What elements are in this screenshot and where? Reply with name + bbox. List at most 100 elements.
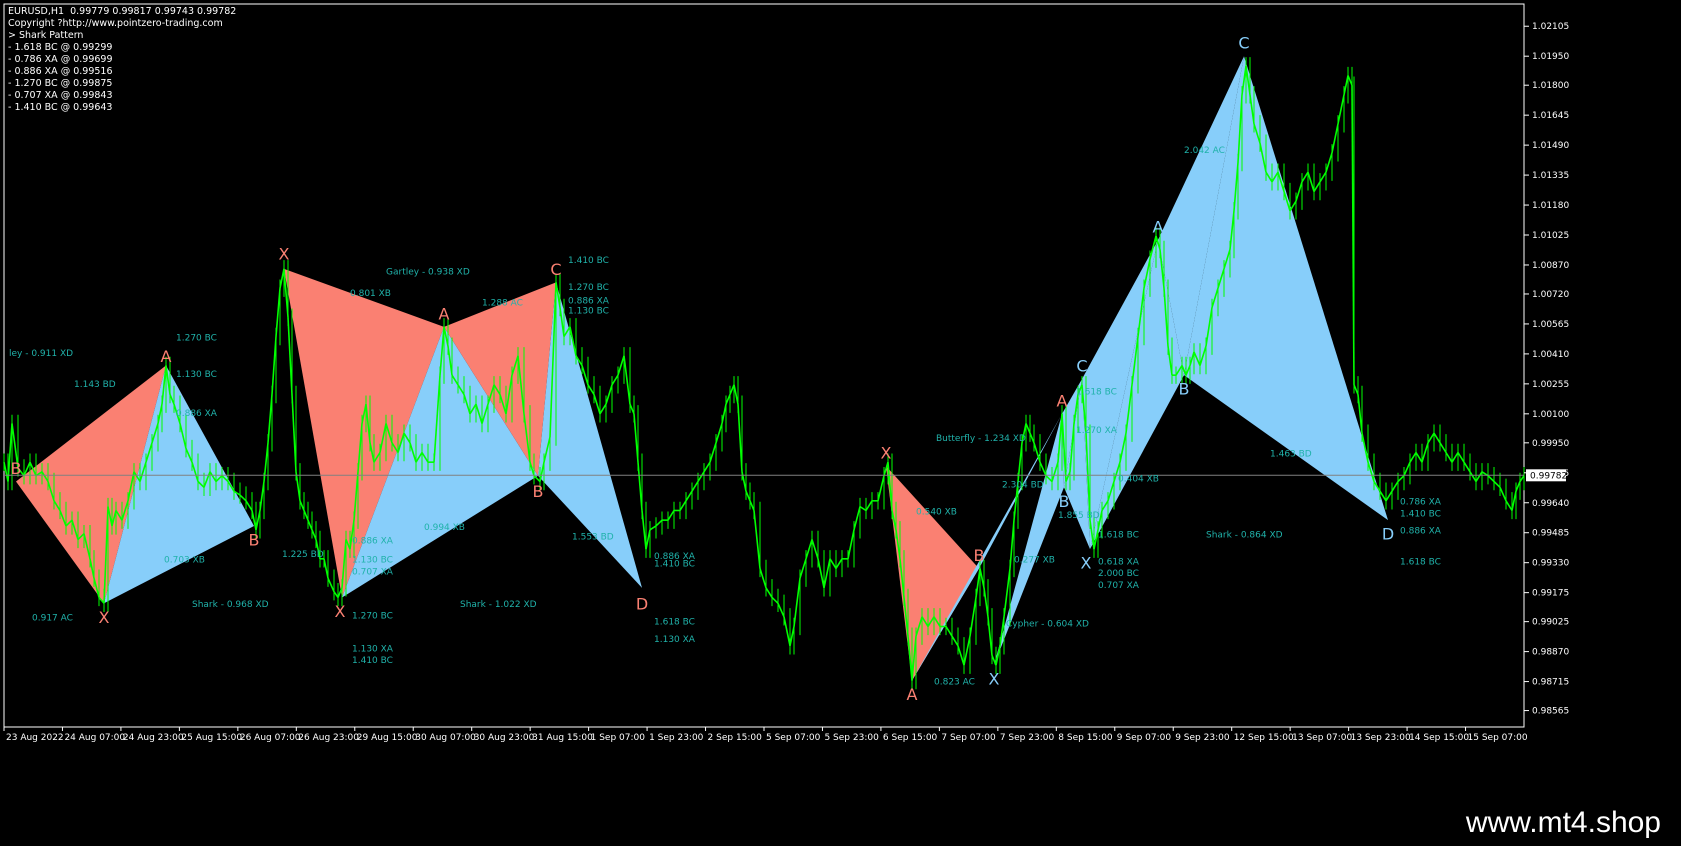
candle-body	[255, 510, 261, 530]
pattern-ratio-label: 0.886 XA	[568, 297, 610, 307]
candle-body	[295, 471, 301, 501]
candle-body	[771, 596, 779, 604]
candle-body	[703, 461, 711, 473]
candle-body	[1439, 442, 1447, 453]
pattern-point-label: B	[974, 546, 985, 565]
candle-body	[1325, 152, 1333, 173]
candle-body	[963, 635, 971, 666]
candle-body	[1029, 432, 1035, 444]
candle-body	[685, 490, 693, 502]
candle-body	[1409, 452, 1417, 463]
candle-body	[995, 645, 1001, 666]
level-line: - 0.886 XA @ 0.99516	[8, 66, 113, 77]
x-tick-label: 9 Sep 07:00	[1117, 733, 1172, 743]
pattern-ratio-label: 0.886 XA	[1400, 527, 1442, 537]
candle-body	[1301, 171, 1309, 183]
chart-canvas[interactable]: B X A B X X A B C D X A B A X B C X A B C Dley - 0.911 XD 1.14…	[0, 0, 1681, 800]
candle-body	[1025, 423, 1031, 434]
candle-body	[975, 568, 981, 598]
level-line: - 1.618 BC @ 0.99299	[8, 42, 113, 53]
pattern-ratio-label: 0.277 XB	[1014, 556, 1055, 566]
candle-body	[245, 500, 253, 511]
pattern-point-label: B	[11, 459, 22, 478]
pattern-point-label: X	[1081, 554, 1092, 573]
pattern-ratio-label: 1.130 XA	[352, 645, 394, 655]
candle-body	[633, 413, 639, 463]
candle-body	[1319, 171, 1327, 183]
candle-body	[765, 587, 773, 598]
pattern-ratio-label: 0.404 XB	[1118, 474, 1159, 484]
y-tick-label: 0.99025	[1532, 618, 1569, 628]
pattern-ratio-label: Shark - 0.864 XD	[1206, 531, 1283, 541]
pattern-ratio-label: 0.994 XB	[424, 523, 465, 533]
level-line: - 0.707 XA @ 0.99843	[8, 90, 113, 101]
y-tick-label: 0.98870	[1532, 648, 1569, 658]
candle-body	[759, 568, 767, 589]
candle-body	[1457, 452, 1465, 463]
candle-body	[865, 500, 873, 511]
y-tick-label: 1.01950	[1532, 52, 1569, 62]
candle-body	[859, 505, 867, 512]
candle-body	[697, 471, 705, 482]
candle-body	[753, 510, 761, 569]
candle-body	[957, 645, 965, 666]
candle-body	[877, 475, 885, 502]
candle-body	[835, 558, 843, 569]
y-tick-label: 0.99640	[1532, 499, 1569, 509]
x-tick-label: 30 Aug 23:00	[474, 733, 535, 743]
x-tick-label: 26 Aug 23:00	[298, 733, 359, 743]
x-tick-label: 13 Sep 23:00	[1351, 733, 1411, 743]
candle-body	[733, 384, 739, 405]
pattern-ratio-label: 1.270 BC	[352, 612, 393, 622]
candle-body	[1427, 432, 1435, 444]
x-tick-label: 24 Aug 07:00	[64, 733, 125, 743]
candle-body	[1487, 475, 1495, 483]
candle-body	[279, 268, 285, 289]
candle-body	[1445, 452, 1453, 463]
pattern-ratio-label: 0.886 XA	[352, 536, 394, 546]
candle-body	[311, 529, 317, 540]
pattern-ratio-label: 0.707 XA	[1098, 581, 1140, 591]
y-tick-label: 1.02105	[1532, 22, 1569, 32]
candle-body	[1353, 384, 1359, 395]
x-tick-label: 25 Aug 15:00	[181, 733, 242, 743]
y-tick-label: 0.99950	[1532, 439, 1569, 449]
y-tick-label: 0.99330	[1532, 559, 1569, 569]
copyright-text: Copyright ?http://www.pointzero-trading.…	[8, 18, 223, 29]
candle-body	[1337, 94, 1345, 125]
price-chart[interactable]: B X A B X X A B C D X A B A X B C X A B C Dley - 0.911 XD 1.14…	[0, 0, 1681, 800]
pattern-point-label: B	[1179, 380, 1190, 399]
pattern-ratio-label: 0.823 AC	[934, 677, 975, 687]
pattern-point-label: X	[335, 602, 346, 621]
pattern-ratio-label: Butterfly - 1.234 XD	[936, 434, 1026, 444]
candle-body	[605, 384, 613, 405]
x-tick-label: 23 Aug 2022	[6, 733, 64, 743]
candle-body	[641, 510, 647, 550]
pattern-ratio-label: 1.130 BC	[176, 370, 217, 380]
x-tick-label: 9 Sep 23:00	[1175, 733, 1230, 743]
candle-body	[623, 355, 631, 405]
pattern-ratio-label: 1.855 BD	[1058, 511, 1100, 521]
y-tick-label: 1.01800	[1532, 81, 1569, 91]
x-tick-label: 13 Sep 07:00	[1292, 733, 1352, 743]
pattern-ratio-label: 2.042 AC	[1184, 146, 1225, 156]
candle-body	[983, 587, 989, 617]
y-tick-label: 1.00410	[1532, 350, 1569, 360]
candle-body	[645, 529, 651, 550]
candle-body	[789, 626, 795, 646]
y-tick-label: 1.01180	[1532, 201, 1569, 211]
pattern-ratio-label: Cypher - 0.604 XD	[1006, 619, 1089, 629]
pattern-point-label: C	[1076, 357, 1087, 376]
pattern-ratio-label: 1.270 BC	[176, 333, 217, 343]
pattern-ratio-label: 1.410 BC	[1400, 509, 1441, 519]
pattern-point-label: D	[1382, 525, 1394, 544]
pattern-ratio-label: Shark - 0.968 XD	[192, 600, 269, 610]
y-tick-label: 1.01490	[1532, 141, 1569, 151]
candle-body	[1403, 461, 1411, 477]
candle-body	[303, 510, 309, 521]
level-line: - 1.410 BC @ 0.99643	[8, 102, 113, 113]
candle-body	[271, 336, 277, 395]
pattern-ratio-label: 0.886 XA	[176, 409, 218, 419]
y-tick-label: 1.01335	[1532, 171, 1569, 181]
candle-body	[721, 404, 727, 424]
